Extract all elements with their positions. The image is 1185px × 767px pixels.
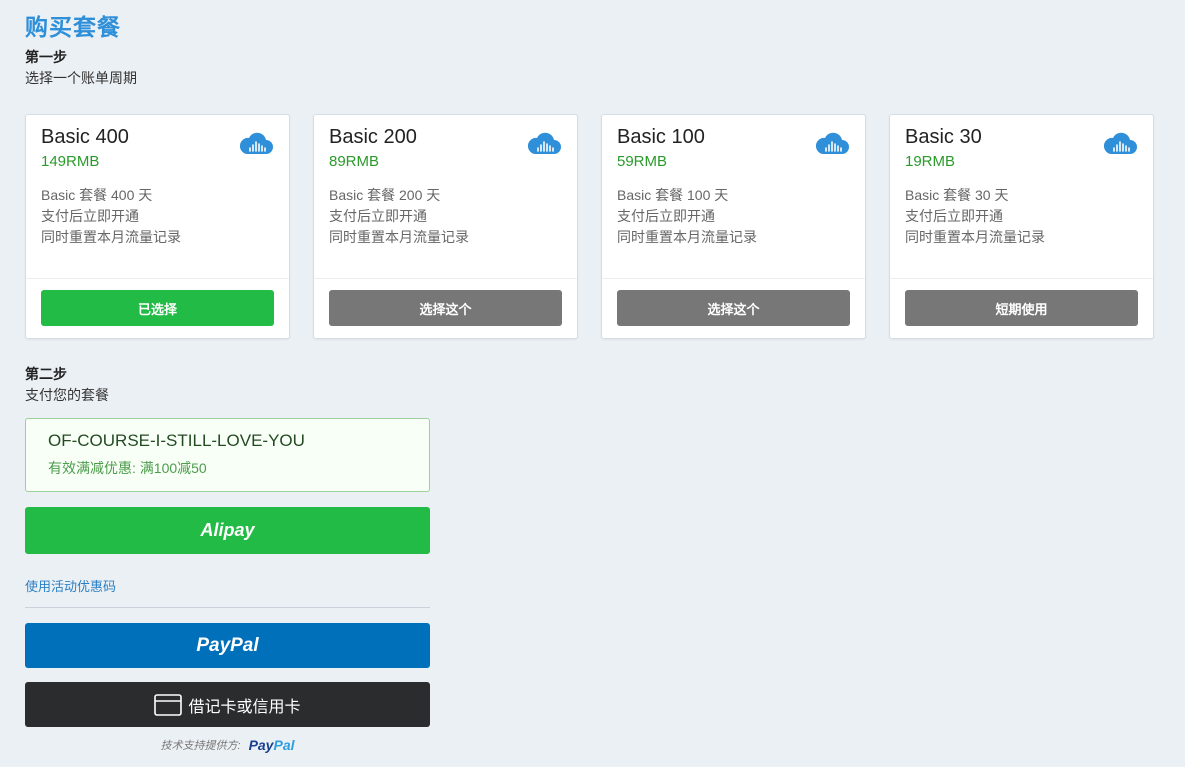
page-title: 购买套餐 xyxy=(25,14,121,40)
card-divider xyxy=(602,278,865,279)
plan-card-basic-30[interactable]: Basic 30 19RMB Basic 套餐 30 天 支付后立即开通 同时重… xyxy=(889,114,1154,339)
step2-subtitle: 支付您的套餐 xyxy=(25,387,109,403)
paypal-logo: PayPal xyxy=(249,737,295,753)
select-plan-button[interactable]: 已选择 xyxy=(41,290,274,326)
card-divider xyxy=(314,278,577,279)
plan-name: Basic 400 xyxy=(41,126,129,148)
plan-name: Basic 30 xyxy=(905,126,982,148)
powered-by-paypal: 技术支持提供方: PayPal xyxy=(0,737,455,753)
select-plan-button[interactable]: 选择这个 xyxy=(617,290,850,326)
plan-description: Basic 套餐 30 天 支付后立即开通 同时重置本月流量记录 xyxy=(905,185,1045,248)
cloud-icon xyxy=(815,132,849,154)
plan-card-basic-200[interactable]: Basic 200 89RMB Basic 套餐 200 天 支付后立即开通 同… xyxy=(313,114,578,339)
paypal-logo-pal: Pal xyxy=(273,737,295,753)
plan-name: Basic 100 xyxy=(617,126,705,148)
card-button-label: 借记卡或信用卡 xyxy=(188,698,301,716)
coupon-discount-note: 有效满减优惠: 满100减50 xyxy=(48,460,207,476)
plan-card-basic-100[interactable]: Basic 100 59RMB Basic 套餐 100 天 支付后立即开通 同… xyxy=(601,114,866,339)
plan-desc-line: 同时重置本月流量记录 xyxy=(617,229,757,245)
plan-desc-line: 支付后立即开通 xyxy=(905,208,1003,224)
step1-heading: 第一步 xyxy=(25,49,67,65)
plan-desc-line: 支付后立即开通 xyxy=(329,208,427,224)
credit-card-icon xyxy=(154,693,183,716)
card-divider xyxy=(890,278,1153,279)
plan-description: Basic 套餐 400 天 支付后立即开通 同时重置本月流量记录 xyxy=(41,185,181,248)
coupon-code: OF-COURSE-I-STILL-LOVE-YOU xyxy=(48,431,305,450)
card-divider xyxy=(26,278,289,279)
select-plan-button[interactable]: 短期使用 xyxy=(905,290,1138,326)
select-plan-button[interactable]: 选择这个 xyxy=(329,290,562,326)
plan-name: Basic 200 xyxy=(329,126,417,148)
step2-heading: 第二步 xyxy=(25,366,67,382)
plan-desc-line: 同时重置本月流量记录 xyxy=(329,229,469,245)
section-divider xyxy=(25,607,430,608)
debit-credit-card-button[interactable]: 借记卡或信用卡 xyxy=(25,682,430,727)
applied-coupon-box: OF-COURSE-I-STILL-LOVE-YOU 有效满减优惠: 满100减… xyxy=(25,418,430,492)
plan-desc-line: Basic 套餐 400 天 xyxy=(41,187,153,203)
plan-desc-line: 支付后立即开通 xyxy=(617,208,715,224)
plan-desc-line: Basic 套餐 100 天 xyxy=(617,187,729,203)
paypal-button[interactable]: PayPal xyxy=(25,623,430,668)
plan-list: Basic 400 149RMB Basic 套餐 400 天 支付后立即开通 … xyxy=(25,114,1154,339)
plan-desc-line: 同时重置本月流量记录 xyxy=(905,229,1045,245)
cloud-icon xyxy=(239,132,273,154)
plan-description: Basic 套餐 200 天 支付后立即开通 同时重置本月流量记录 xyxy=(329,185,469,248)
plan-desc-line: Basic 套餐 30 天 xyxy=(905,187,1009,203)
paypal-logo-pay: Pay xyxy=(248,737,274,753)
step1-subtitle: 选择一个账单周期 xyxy=(25,70,137,86)
plan-desc-line: Basic 套餐 200 天 xyxy=(329,187,441,203)
alipay-button[interactable]: Alipay xyxy=(25,507,430,554)
plan-price: 149RMB xyxy=(41,153,100,170)
powered-by-text: 技术支持提供方: xyxy=(160,740,241,752)
plan-description: Basic 套餐 100 天 支付后立即开通 同时重置本月流量记录 xyxy=(617,185,757,248)
plan-desc-line: 支付后立即开通 xyxy=(41,208,139,224)
cloud-icon xyxy=(527,132,561,154)
plan-card-basic-400[interactable]: Basic 400 149RMB Basic 套餐 400 天 支付后立即开通 … xyxy=(25,114,290,339)
use-promo-code-link[interactable]: 使用活动优惠码 xyxy=(25,576,116,595)
plan-desc-line: 同时重置本月流量记录 xyxy=(41,229,181,245)
plan-price: 19RMB xyxy=(905,153,956,170)
plan-price: 59RMB xyxy=(617,153,668,170)
plan-price: 89RMB xyxy=(329,153,380,170)
cloud-icon xyxy=(1103,132,1137,154)
